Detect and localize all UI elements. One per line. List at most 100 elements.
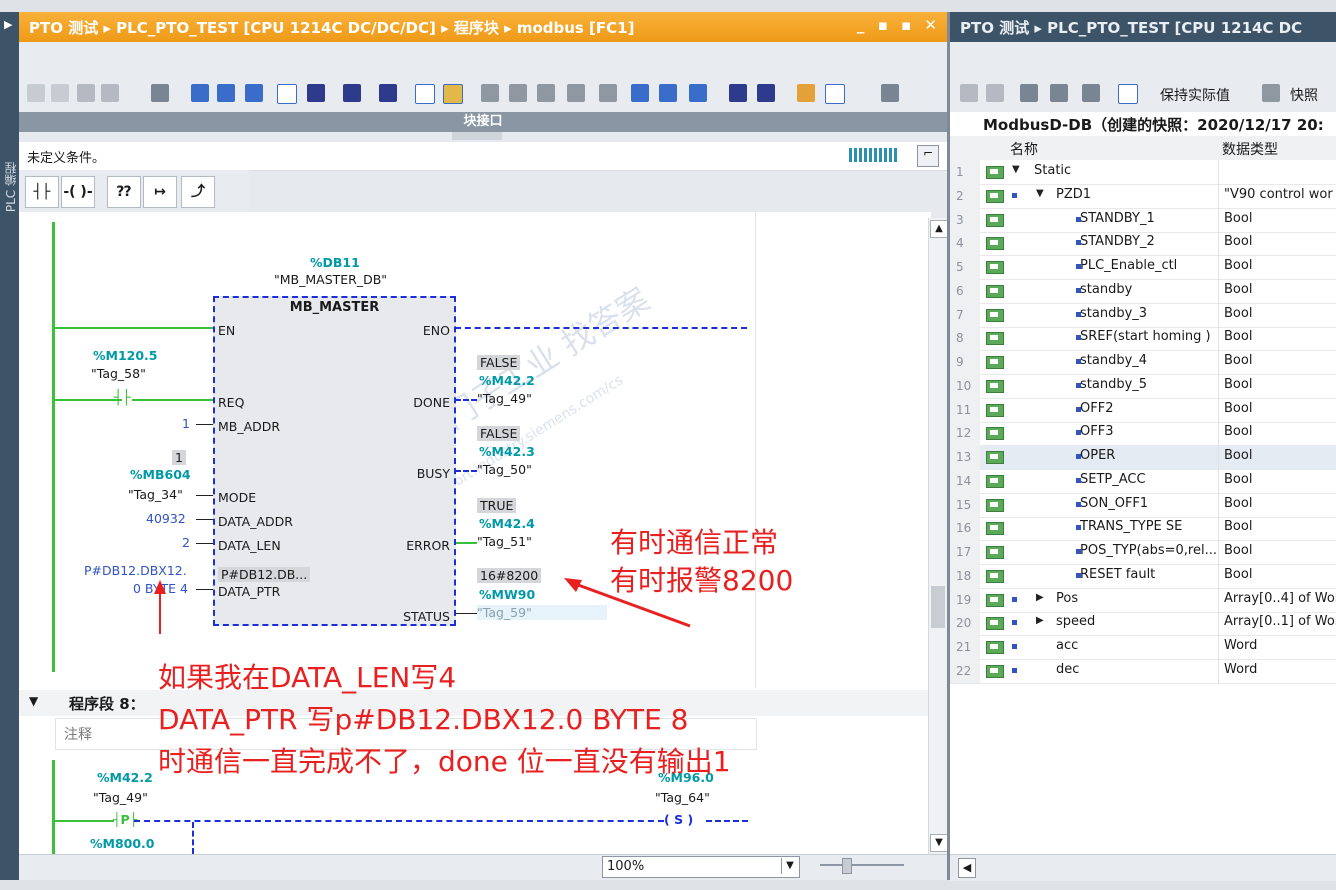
collapse-triangle-icon[interactable]: ▼ — [29, 694, 38, 708]
net8-bottom-address[interactable]: %M800.0 — [90, 836, 155, 851]
toolbar-icon-11[interactable] — [343, 84, 361, 102]
done-address[interactable]: %M42.2 — [479, 373, 535, 388]
row-type[interactable]: Bool — [1224, 543, 1252, 558]
toolbar-icon-4[interactable] — [101, 84, 119, 102]
window-controls[interactable]: _ ▪ ▪ ✕ — [857, 16, 941, 34]
table-row[interactable]: 18 RESET fault Bool — [950, 563, 1336, 589]
snapshot-icon[interactable] — [1262, 84, 1280, 102]
zoom-slider-handle[interactable] — [842, 858, 852, 874]
mode-tag[interactable]: "Tag_34" — [128, 487, 183, 502]
toolbar-icon-22[interactable] — [689, 84, 707, 102]
table-row[interactable]: 21 acc Word — [950, 635, 1336, 660]
db-tool-icon-3[interactable] — [1020, 84, 1038, 102]
toolbar-icon-27[interactable] — [881, 84, 899, 102]
mb-addr-value[interactable]: 1 — [182, 416, 190, 431]
editor-breadcrumb[interactable]: PTO 测试 ▸ PLC_PTO_TEST [CPU 1214C DC/DC/D… — [29, 17, 634, 38]
block-interface-bar[interactable]: 块接口 — [19, 112, 947, 132]
toolbar-icon-8[interactable] — [245, 84, 263, 102]
table-row[interactable]: 10 standby_5 Bool — [950, 373, 1336, 399]
done-tag[interactable]: "Tag_49" — [477, 391, 532, 406]
toolbar-icon-3[interactable] — [77, 84, 95, 102]
req-address[interactable]: %M120.5 — [93, 348, 158, 363]
row-type[interactable]: Bool — [1224, 401, 1252, 416]
row-name[interactable]: OFF3 — [1080, 424, 1113, 439]
row-name[interactable]: PZD1 — [1056, 187, 1091, 202]
collapse-icon[interactable]: ▼ — [1036, 188, 1044, 199]
row-name[interactable]: speed — [1056, 614, 1095, 629]
toolbar-icon-12[interactable] — [379, 84, 397, 102]
row-name[interactable]: POS_TYP(abs=0,rel... — [1080, 543, 1217, 558]
table-row[interactable]: 1 ▼ Static — [950, 160, 1336, 185]
table-row[interactable]: 13 OPER Bool — [950, 445, 1336, 470]
row-name[interactable]: Static — [1034, 163, 1071, 178]
editor-vertical-scrollbar[interactable]: ▲ ▼ — [928, 218, 948, 854]
row-type[interactable]: Bool — [1224, 353, 1252, 368]
interface-grip[interactable] — [452, 132, 502, 140]
row-name[interactable]: standby — [1080, 282, 1132, 297]
error-address[interactable]: %M42.4 — [479, 516, 535, 531]
table-row[interactable]: 12 OFF3 Bool — [950, 421, 1336, 447]
row-type[interactable]: Bool — [1224, 329, 1252, 344]
toolbar-icon-25[interactable] — [797, 84, 815, 102]
net8-output-tag[interactable]: "Tag_64" — [655, 790, 710, 805]
scroll-thumb[interactable] — [931, 586, 945, 628]
collapse-icon[interactable]: ▼ — [1012, 164, 1020, 175]
row-name[interactable]: acc — [1056, 638, 1078, 653]
table-row[interactable]: 14 SETP_ACC Bool — [950, 468, 1336, 494]
req-tag[interactable]: "Tag_58" — [91, 366, 146, 381]
table-row[interactable]: 19 ▶ Pos Array[0..4] of Wor — [950, 587, 1336, 613]
row-type[interactable]: Bool — [1224, 258, 1252, 273]
scroll-left-icon[interactable]: ◀ — [958, 858, 976, 878]
toolbar-icon-7[interactable] — [217, 84, 235, 102]
req-contact-icon[interactable]: ┤├ — [114, 390, 131, 406]
row-name[interactable]: SREF(start homing ) — [1080, 329, 1211, 344]
table-row[interactable]: 9 standby_4 Bool — [950, 350, 1336, 375]
row-type[interactable]: Bool — [1224, 211, 1252, 226]
row-type[interactable]: Bool — [1224, 306, 1252, 321]
close-branch-icon[interactable]: ⤴ — [181, 176, 215, 208]
call-info-icon[interactable]: ⌐ — [917, 145, 939, 167]
table-row[interactable]: 17 POS_TYP(abs=0,rel... Bool — [950, 540, 1336, 565]
toolbar-icon-20[interactable] — [631, 84, 649, 102]
row-type[interactable]: Array[0..1] of Wor — [1224, 614, 1336, 629]
row-type[interactable]: Word — [1224, 638, 1257, 653]
db-tool-icon-1[interactable] — [960, 84, 978, 102]
zoom-select[interactable]: 100% ▼ — [602, 856, 800, 878]
data-len-value[interactable]: 2 — [182, 535, 190, 550]
normally-open-contact-icon[interactable]: ┤├ — [25, 176, 59, 208]
table-row[interactable]: 7 standby_3 Bool — [950, 302, 1336, 328]
row-name[interactable]: RESET fault — [1080, 567, 1155, 582]
row-type[interactable]: Array[0..4] of Wor — [1224, 591, 1336, 606]
toolbar-icon-13[interactable] — [415, 84, 435, 104]
toolbar-icon-6[interactable] — [191, 84, 209, 102]
toolbar-icon-18[interactable] — [567, 84, 585, 102]
db-tool-icon-5[interactable] — [1082, 84, 1100, 102]
db-tool-icon-4[interactable] — [1050, 84, 1068, 102]
table-row[interactable]: 8 SREF(start homing ) Bool — [950, 326, 1336, 352]
db-tool-icon-6[interactable] — [1118, 84, 1138, 104]
table-row[interactable]: 4 STANDBY_2 Bool — [950, 231, 1336, 257]
table-row[interactable]: 16 TRANS_TYPE SE Bool — [950, 516, 1336, 542]
table-row[interactable]: 15 SON_OFF1 Bool — [950, 492, 1336, 518]
busy-address[interactable]: %M42.3 — [479, 444, 535, 459]
db-tool-icon-2[interactable] — [986, 84, 1004, 102]
mode-address[interactable]: %MB604 — [130, 467, 191, 482]
data-addr-value[interactable]: 40932 — [146, 511, 186, 526]
table-row[interactable]: 11 OFF2 Bool — [950, 397, 1336, 423]
row-name[interactable]: TRANS_TYPE SE — [1080, 519, 1182, 534]
row-type[interactable]: Bool — [1224, 234, 1252, 249]
row-type[interactable]: Bool — [1224, 519, 1252, 534]
left-sidebar-strip[interactable]: ▶ PLC 编程 — [0, 12, 19, 890]
toolbar-icon-9[interactable] — [277, 84, 297, 104]
row-type[interactable]: Word — [1224, 662, 1257, 677]
toolbar-icon-19[interactable] — [599, 84, 617, 102]
toolbar-icon-10[interactable] — [307, 84, 325, 102]
zoom-dropdown-icon[interactable]: ▼ — [781, 858, 798, 874]
col-header-type[interactable]: 数据类型 — [1222, 139, 1278, 159]
row-name[interactable]: OPER — [1080, 448, 1115, 463]
row-type[interactable]: Bool — [1224, 282, 1252, 297]
snapshot-button[interactable]: 快照 — [1290, 85, 1318, 105]
toolbar-icon-5[interactable] — [151, 84, 169, 102]
col-header-name[interactable]: 名称 — [1010, 139, 1038, 159]
row-type[interactable]: Bool — [1224, 424, 1252, 439]
